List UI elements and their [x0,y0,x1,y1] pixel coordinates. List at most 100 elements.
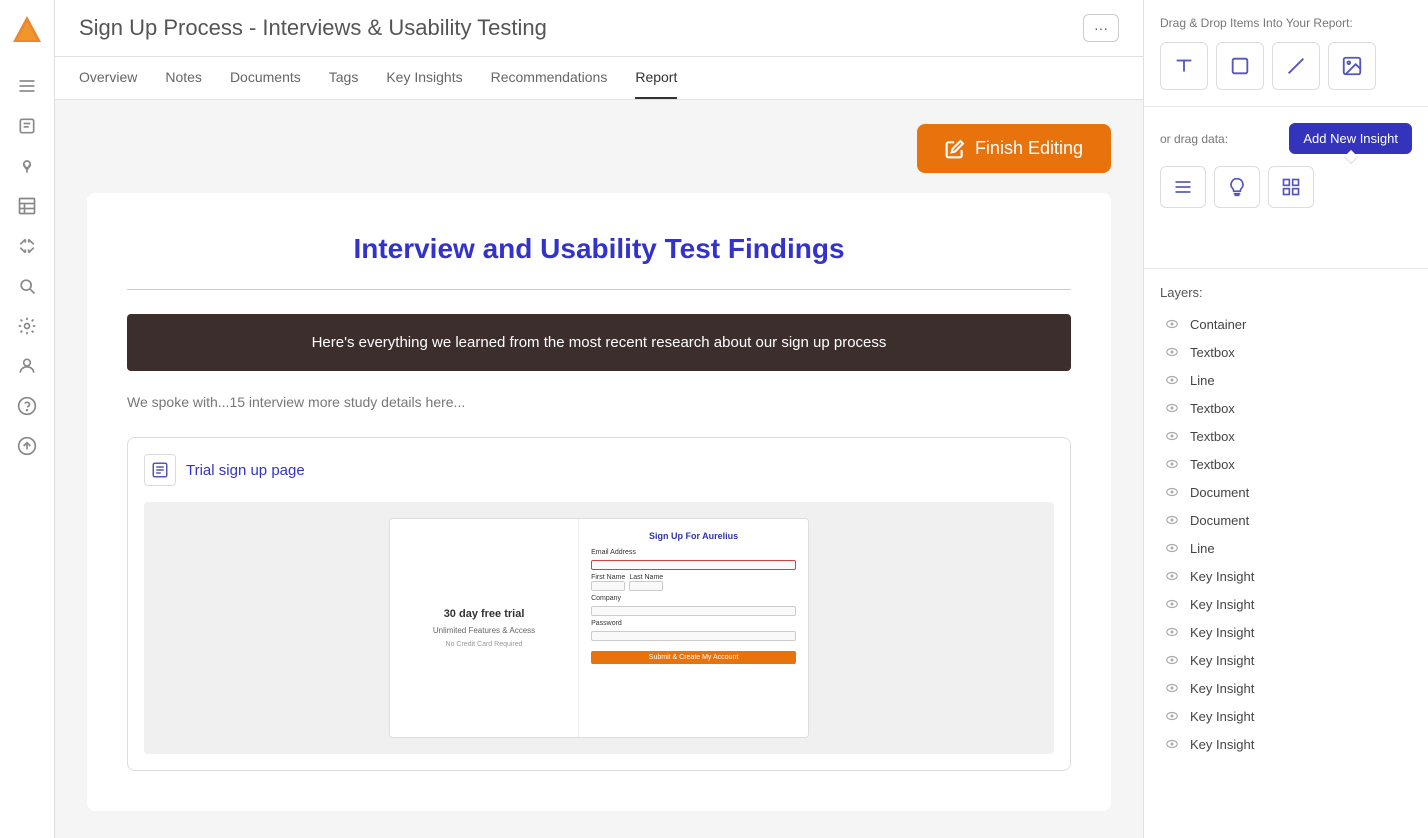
layer-name-key-insight-3: Key Insight [1190,625,1254,640]
layer-item-textbox-4[interactable]: Textbox [1160,450,1412,478]
tab-overview[interactable]: Overview [79,57,137,99]
layer-item-document-2[interactable]: Document [1160,506,1412,534]
tab-key-insights[interactable]: Key Insights [386,57,462,99]
layer-name-key-insight-1: Key Insight [1190,569,1254,584]
layer-eye-key-insight-7 [1164,736,1180,752]
layer-eye-line-1 [1164,372,1180,388]
layer-name-line-2: Line [1190,541,1215,556]
mockup-email-field [591,560,796,570]
more-options-button[interactable]: ··· [1083,14,1119,42]
mockup-right-panel: Sign Up For Aurelius Email Address First… [578,519,808,737]
left-sidebar [0,0,55,838]
sidebar-arrows-icon[interactable] [9,228,45,264]
sidebar-insights-icon[interactable] [9,148,45,184]
tool-shape-button[interactable] [1216,42,1264,90]
layer-eye-key-insight-5 [1164,680,1180,696]
tool-image-button[interactable] [1328,42,1376,90]
layer-eye-key-insight-1 [1164,568,1180,584]
mockup-form-title: Sign Up For Aurelius [591,531,796,541]
tab-documents[interactable]: Documents [230,57,301,99]
tool-list-button[interactable] [1160,166,1206,208]
layer-item-textbox-3[interactable]: Textbox [1160,422,1412,450]
mockup-name-row: First Name Last Name [591,574,796,591]
drag-drop-section: Drag & Drop Items Into Your Report: [1144,0,1428,107]
report-banner-text: Here's everything we learned from the mo… [312,334,887,351]
tool-line-button[interactable] [1272,42,1320,90]
layer-item-key-insight-7[interactable]: Key Insight [1160,730,1412,758]
mockup-company-label: Company [591,595,796,602]
mockup-submit-btn: Submit & Create My Account [591,651,796,664]
layer-eye-container [1164,316,1180,332]
layer-name-container: Container [1190,317,1246,332]
drag-data-label: or drag data: [1160,132,1228,146]
layer-item-container[interactable]: Container [1160,310,1412,338]
app-logo[interactable] [9,12,45,48]
layer-item-key-insight-2[interactable]: Key Insight [1160,590,1412,618]
tab-notes[interactable]: Notes [165,57,202,99]
layer-name-key-insight-4: Key Insight [1190,653,1254,668]
layer-item-key-insight-3[interactable]: Key Insight [1160,618,1412,646]
layer-eye-textbox-3 [1164,428,1180,444]
mockup-email-label: Email Address [591,549,796,556]
layer-name-textbox-2: Textbox [1190,401,1235,416]
doc-card-header: Trial sign up page [144,454,1054,486]
sidebar-help-icon[interactable] [9,388,45,424]
layer-eye-document-2 [1164,512,1180,528]
layers-title: Layers: [1160,285,1412,300]
sidebar-menu-icon[interactable] [9,68,45,104]
layer-name-key-insight-2: Key Insight [1190,597,1254,612]
mockup-left-panel: 30 day free trial Unlimited Features & A… [390,519,578,737]
layer-eye-textbox-1 [1164,344,1180,360]
finish-editing-label: Finish Editing [975,138,1083,159]
layer-name-key-insight-7: Key Insight [1190,737,1254,752]
layer-eye-key-insight-2 [1164,596,1180,612]
tool-insight-button[interactable] [1214,166,1260,208]
layer-item-line-1[interactable]: Line [1160,366,1412,394]
toolbar-row2 [1160,166,1412,208]
layer-item-textbox-1[interactable]: Textbox [1160,338,1412,366]
layer-eye-key-insight-6 [1164,708,1180,724]
layer-item-document-1[interactable]: Document [1160,478,1412,506]
sidebar-settings-icon[interactable] [9,308,45,344]
mockup-password-field [591,631,796,641]
doc-icon [144,454,176,486]
layer-eye-document-1 [1164,484,1180,500]
sidebar-person-icon[interactable] [9,348,45,384]
layers-list: ContainerTextboxLineTextboxTextboxTextbo… [1160,310,1412,758]
tab-report[interactable]: Report [635,57,677,99]
signup-mockup: 30 day free trial Unlimited Features & A… [389,518,809,738]
layer-item-key-insight-6[interactable]: Key Insight [1160,702,1412,730]
sidebar-table-icon[interactable] [9,188,45,224]
layer-name-document-2: Document [1190,513,1249,528]
mockup-trial-title: 30 day free trial [444,608,525,620]
tool-text-button[interactable] [1160,42,1208,90]
layer-eye-key-insight-3 [1164,624,1180,640]
layer-item-key-insight-4[interactable]: Key Insight [1160,646,1412,674]
layers-section: Layers: ContainerTextboxLineTextboxTextb… [1144,269,1428,838]
layer-name-document-1: Document [1190,485,1249,500]
document-card: Trial sign up page 30 day free trial Unl… [127,437,1071,771]
finish-editing-button[interactable]: Finish Editing [917,124,1111,173]
mockup-firstname-label: First Name [591,574,625,581]
layer-item-textbox-2[interactable]: Textbox [1160,394,1412,422]
mockup-company-field [591,606,796,616]
layer-item-key-insight-5[interactable]: Key Insight [1160,674,1412,702]
mockup-password-label: Password [591,620,796,627]
tab-recommendations[interactable]: Recommendations [491,57,608,99]
sidebar-export-icon[interactable] [9,428,45,464]
doc-screenshot: 30 day free trial Unlimited Features & A… [144,502,1054,754]
mockup-lastname-field [629,581,663,591]
report-divider [127,289,1071,290]
mockup-trial-note: No Credit Card Required [446,641,523,648]
mockup-firstname-field [591,581,625,591]
layer-item-line-2[interactable]: Line [1160,534,1412,562]
layer-eye-line-2 [1164,540,1180,556]
report-body-content: We spoke with...15 interview more study … [127,394,465,410]
layer-item-key-insight-1[interactable]: Key Insight [1160,562,1412,590]
tab-tags[interactable]: Tags [329,57,359,99]
sidebar-search-icon[interactable] [9,268,45,304]
nav-tabs: Overview Notes Documents Tags Key Insigh… [55,57,1143,100]
tool-chart-button[interactable] [1268,166,1314,208]
content-area: Finish Editing Interview and Usability T… [55,100,1143,838]
sidebar-notes-icon[interactable] [9,108,45,144]
